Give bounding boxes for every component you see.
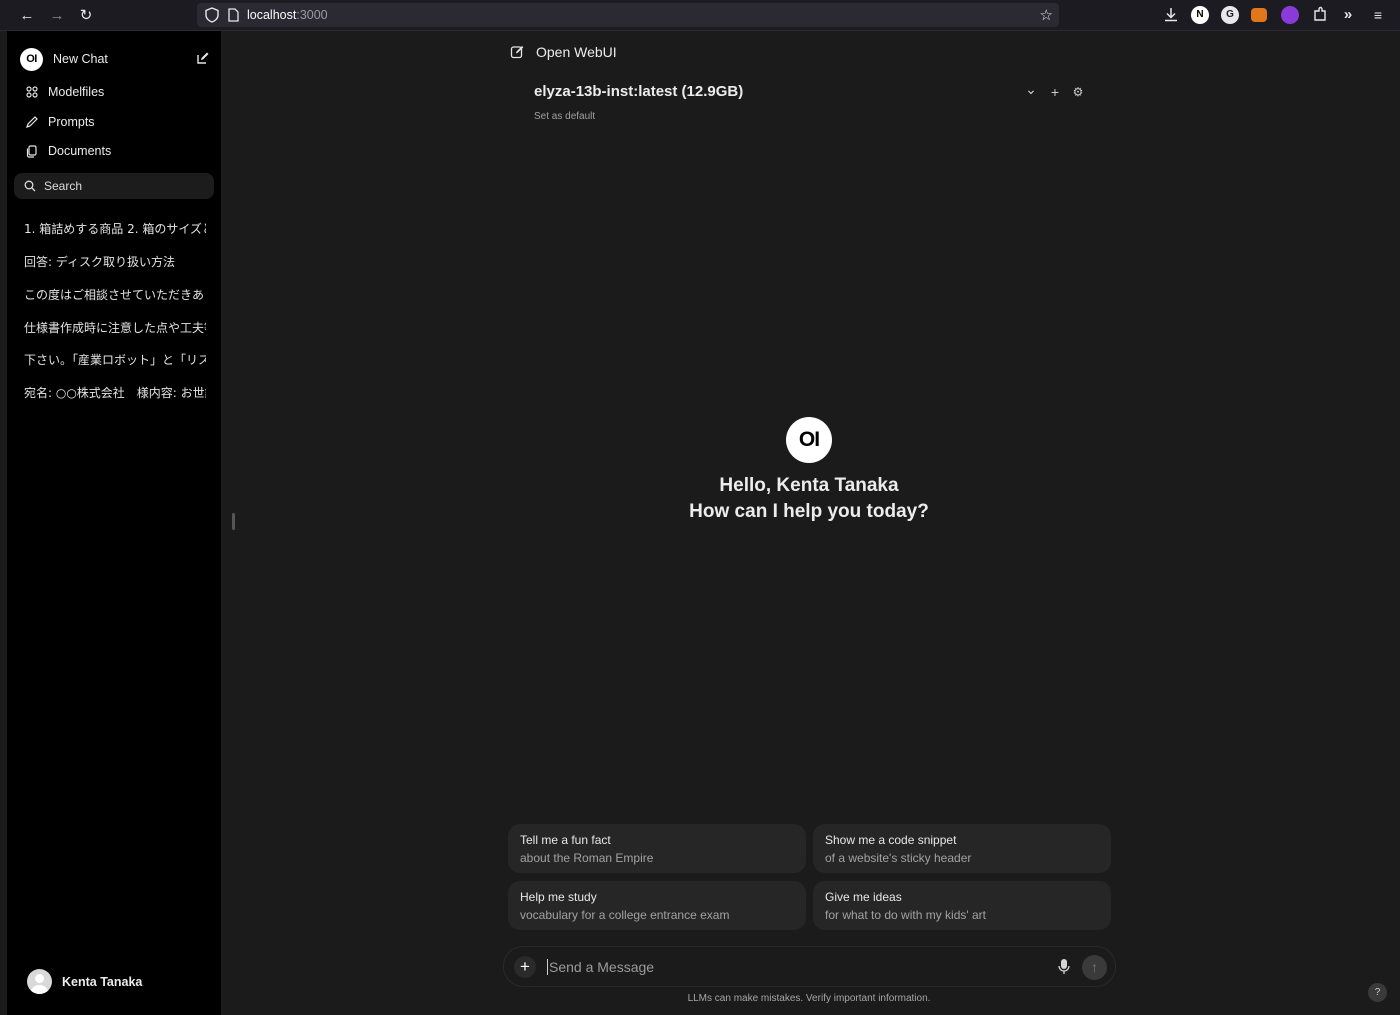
microphone-icon[interactable] [1057, 958, 1071, 976]
suggestion-card[interactable]: Tell me a fun fact about the Roman Empir… [508, 824, 806, 873]
notion-icon[interactable]: N [1191, 6, 1209, 24]
search-icon [24, 180, 36, 192]
sidebar-item-label: Modelfiles [48, 85, 105, 99]
sidebar-item-modelfiles[interactable]: Modelfiles [25, 82, 104, 102]
chat-history-item[interactable]: 下さい。「産業ロボット」と「リスク [24, 351, 206, 369]
message-input[interactable]: Send a Message [547, 959, 654, 975]
disclaimer-text: LLMs can make mistakes. Verify important… [687, 993, 931, 1004]
edit-icon[interactable] [196, 51, 210, 65]
sidebar-item-prompts[interactable]: Prompts [25, 112, 95, 132]
greeting-title: Hello, Kenta Tanaka [719, 475, 899, 496]
suggestion-subtitle: about the Roman Empire [520, 851, 654, 865]
user-name: Kenta Tanaka [62, 974, 143, 989]
set-default-button[interactable]: Set as default [534, 111, 595, 122]
attach-plus-button[interactable]: + [514, 956, 536, 978]
bookmark-star-icon[interactable]: ☆ [1040, 6, 1053, 24]
open-webui-logo: OI [20, 47, 43, 71]
forward-icon[interactable]: → [47, 6, 67, 26]
suggestion-subtitle: vocabulary for a college entrance exam [520, 908, 730, 922]
page-icon[interactable] [228, 8, 239, 22]
message-composer: + Send a Message ↑ [503, 946, 1116, 987]
add-model-icon[interactable]: + [1048, 85, 1062, 99]
browser-toolbar: ← → ↻ localhost:3000 ☆ N G » ≡ [0, 0, 1400, 31]
chat-history-item[interactable]: 回答: ディスク取り扱い方法 [24, 253, 206, 271]
suggestion-card[interactable]: Help me study vocabulary for a college e… [508, 881, 806, 930]
new-chat-edit-icon[interactable] [510, 45, 524, 59]
extension-icon[interactable] [1281, 6, 1299, 24]
search-placeholder: Search [44, 179, 83, 193]
reload-icon[interactable]: ↻ [76, 6, 96, 26]
sidebar: OI New Chat Modelfiles Prompts Documents [7, 31, 221, 1015]
chat-history-item[interactable]: 仕様書作成時に注意した点や工夫等 [24, 319, 206, 337]
avatar [27, 969, 52, 994]
suggestion-subtitle: of a website's sticky header [825, 851, 972, 865]
user-profile-button[interactable]: Kenta Tanaka [27, 969, 142, 994]
chevron-down-icon[interactable]: ⌄ [1024, 82, 1038, 96]
grammarly-icon[interactable]: G [1221, 6, 1239, 24]
gear-icon[interactable]: ⚙ [1071, 85, 1085, 99]
sidebar-item-documents[interactable]: Documents [25, 141, 111, 161]
download-icon[interactable] [1162, 6, 1180, 24]
chat-history-item[interactable]: 1. 箱詰めする商品 2. 箱のサイズと重量 [24, 220, 206, 238]
suggestion-title: Tell me a fun fact [520, 833, 611, 847]
new-chat-button[interactable]: OI New Chat [20, 47, 210, 71]
chat-history-item[interactable]: 宛名: ○○株式会社 様内容: お世話になっております [24, 384, 206, 402]
greeting-subtitle: How can I help you today? [689, 501, 929, 522]
chat-history-item[interactable]: この度はご相談させていただきありがとう [24, 286, 206, 304]
menu-icon[interactable]: ≡ [1369, 6, 1387, 24]
documents-icon [26, 145, 37, 158]
new-chat-label: New Chat [53, 52, 108, 66]
suggestion-title: Give me ideas [825, 890, 902, 904]
suggestion-card[interactable]: Show me a code snippet of a website's st… [813, 824, 1111, 873]
app-title: Open WebUI [536, 44, 617, 60]
sidebar-item-label: Prompts [48, 115, 95, 129]
url-bar[interactable]: localhost:3000 ☆ [197, 3, 1059, 27]
url-text[interactable]: localhost:3000 [247, 8, 328, 22]
shield-icon[interactable] [205, 7, 219, 23]
sidebar-resize-handle[interactable] [232, 513, 235, 530]
modelfiles-icon [26, 86, 38, 98]
suggestion-card[interactable]: Give me ideas for what to do with my kid… [813, 881, 1111, 930]
help-button[interactable]: ? [1368, 983, 1387, 1002]
model-selector[interactable]: elyza-13b-inst:latest (12.9GB) [534, 83, 743, 100]
sidebar-item-label: Documents [48, 144, 112, 158]
suggestion-subtitle: for what to do with my kids' art [825, 908, 987, 922]
pencil-icon [26, 116, 38, 128]
metamask-icon[interactable] [1251, 8, 1267, 22]
send-button[interactable]: ↑ [1082, 955, 1107, 980]
puzzle-icon[interactable] [1311, 6, 1329, 24]
main-header: Open WebUI [510, 44, 617, 60]
suggestion-title: Show me a code snippet [825, 833, 957, 847]
back-icon[interactable]: ← [17, 6, 37, 26]
search-input[interactable]: Search [14, 173, 214, 199]
hero-logo: OI [786, 417, 832, 463]
suggestion-title: Help me study [520, 890, 597, 904]
overflow-icon[interactable]: » [1339, 6, 1357, 24]
